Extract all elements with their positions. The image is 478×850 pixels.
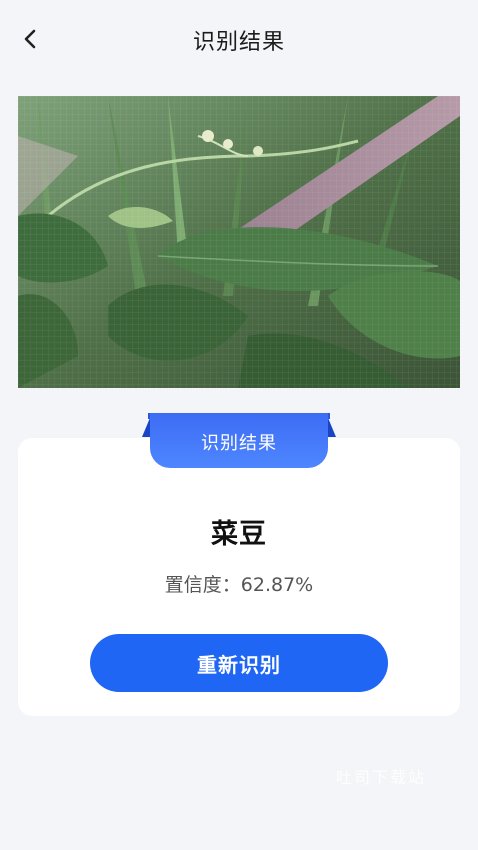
app-screen: 识别结果 识别结果 菜豆 置信度：62.87% 重新识别 吐司下载站: [0, 0, 478, 850]
top-bar: 识别结果: [0, 0, 478, 78]
plant-name: 菜豆: [211, 519, 267, 550]
plant-photo: [18, 96, 460, 388]
re-identify-button[interactable]: 重新识别: [90, 634, 388, 692]
ribbon-label: 识别结果: [150, 413, 328, 468]
confidence-text: 置信度：62.87%: [164, 574, 314, 596]
page-title: 识别结果: [192, 30, 285, 55]
watermark: 吐司下载站: [336, 768, 427, 787]
result-ribbon: 识别结果: [142, 413, 336, 469]
